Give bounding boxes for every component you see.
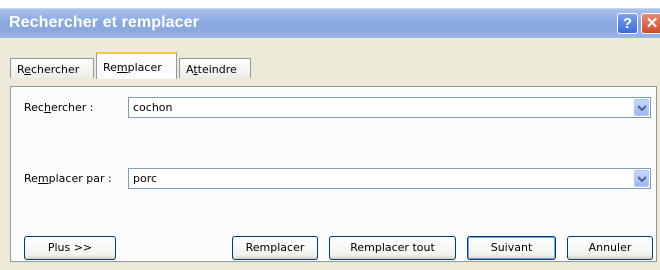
tab-label: Rechercher: [17, 63, 80, 76]
next-button[interactable]: Suivant: [467, 236, 556, 260]
cancel-button[interactable]: Annuler: [567, 236, 653, 260]
replace-combo[interactable]: porc: [128, 168, 651, 189]
help-icon: ?: [622, 15, 633, 32]
dialog-window: Rechercher et remplacer ? ✕ Rechercher R…: [0, 8, 660, 270]
tab-label: Remplacer: [103, 61, 162, 74]
dropdown-arrow-icon: [638, 105, 646, 111]
close-icon: ✕: [645, 15, 659, 32]
dropdown-arrow-icon: [638, 176, 646, 182]
tab-atteindre[interactable]: Atteindre: [179, 58, 251, 78]
tab-label: Atteindre: [186, 63, 237, 76]
find-dropdown-button[interactable]: [634, 99, 649, 116]
replace-all-button[interactable]: Remplacer tout: [329, 236, 456, 260]
close-button[interactable]: ✕: [641, 13, 660, 34]
replace-input[interactable]: porc: [133, 172, 157, 185]
help-button[interactable]: ?: [617, 13, 638, 34]
replace-dropdown-button[interactable]: [634, 170, 649, 187]
window-title: Rechercher et remplacer: [9, 14, 199, 31]
find-label: Rechercher :: [24, 101, 94, 114]
tab-remplacer[interactable]: Remplacer: [96, 52, 177, 79]
replace-button[interactable]: Remplacer: [232, 236, 318, 260]
replace-label: Remplacer par :: [24, 172, 112, 185]
replace-panel: Rechercher : cochon Remplacer par : porc…: [10, 86, 657, 262]
more-button[interactable]: Plus >>: [24, 236, 116, 260]
find-input[interactable]: cochon: [133, 101, 173, 114]
tab-rechercher[interactable]: Rechercher: [10, 58, 94, 78]
title-bar[interactable]: Rechercher et remplacer ? ✕: [0, 8, 660, 38]
find-combo[interactable]: cochon: [128, 97, 651, 118]
